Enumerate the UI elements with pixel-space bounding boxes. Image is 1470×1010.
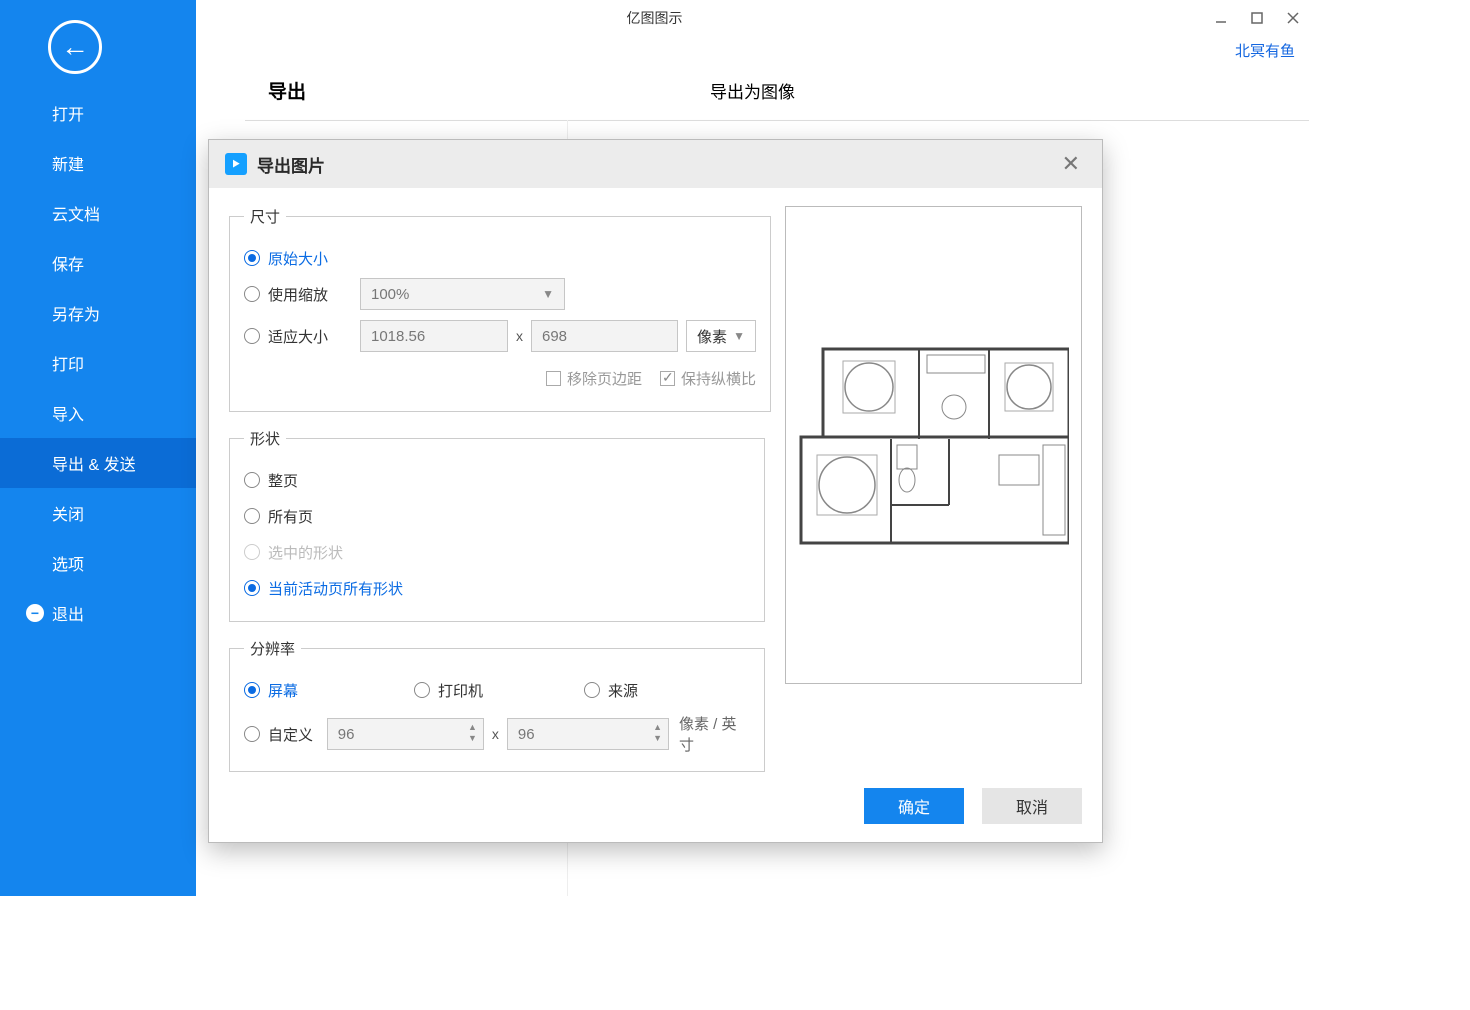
radio-all-pages-label[interactable]: 所有页	[268, 506, 313, 527]
radio-active-page-all-shapes[interactable]	[244, 580, 260, 596]
shape-legend: 形状	[244, 428, 286, 449]
dpi-y-value: 96	[518, 726, 535, 743]
spinner-icon[interactable]: ▲▼	[651, 722, 664, 744]
radio-all-pages[interactable]	[244, 508, 260, 524]
radio-screen-label[interactable]: 屏幕	[268, 680, 414, 701]
dpi-unit-label: 像素 / 英寸	[679, 713, 750, 755]
sidebar-item-label: 新建	[52, 151, 84, 175]
x-separator: x	[516, 328, 523, 344]
back-button[interactable]: ←	[48, 20, 102, 74]
user-link[interactable]: 北冥有鱼	[1235, 40, 1295, 61]
radio-printer-label[interactable]: 打印机	[438, 680, 584, 701]
radio-selected-shapes	[244, 544, 260, 560]
sidebar-item-label: 保存	[52, 251, 84, 275]
sidebar-item-saveas[interactable]: 另存为	[0, 288, 196, 338]
page-header: 导出 导出为图像	[196, 60, 1309, 120]
shape-group: 形状 整页 所有页 选中的形状 当前活动页所有形状	[229, 428, 765, 622]
zoom-select[interactable]: 100% ▼	[360, 278, 565, 310]
radio-whole-page-label[interactable]: 整页	[268, 470, 298, 491]
radio-original-size-label[interactable]: 原始大小	[268, 248, 328, 269]
radio-custom-dpi-label[interactable]: 自定义	[268, 724, 327, 745]
exit-icon: −	[26, 604, 44, 622]
app-title: 亿图图示	[627, 8, 683, 28]
sidebar-item-label: 导出 & 发送	[52, 451, 136, 475]
checkbox-remove-margin[interactable]	[546, 371, 561, 386]
resolution-group: 分辨率 屏幕 打印机 来源 自定义 96 ▲▼	[229, 638, 765, 772]
sidebar-item-cloud[interactable]: 云文档	[0, 188, 196, 238]
sidebar-item-new[interactable]: 新建	[0, 138, 196, 188]
radio-original-size[interactable]	[244, 250, 260, 266]
radio-printer[interactable]	[414, 682, 430, 698]
spinner-icon[interactable]: ▲▼	[466, 722, 479, 744]
sidebar-item-label: 选项	[52, 551, 84, 575]
ok-button[interactable]: 确定	[864, 788, 964, 824]
sidebar-item-label: 打开	[52, 101, 84, 125]
sidebar-item-save[interactable]: 保存	[0, 238, 196, 288]
sidebar-item-close[interactable]: 关闭	[0, 488, 196, 538]
radio-use-zoom-label[interactable]: 使用缩放	[268, 284, 360, 305]
x-separator: x	[492, 726, 499, 742]
dpi-x-field[interactable]: 96 ▲▼	[327, 718, 484, 750]
height-field[interactable]: 698	[531, 320, 678, 352]
sidebar-item-open[interactable]: 打开	[0, 88, 196, 138]
radio-source-label[interactable]: 来源	[608, 680, 638, 701]
sidebar-item-label: 云文档	[52, 201, 100, 225]
radio-screen[interactable]	[244, 682, 260, 698]
close-window-button[interactable]	[1285, 10, 1301, 26]
size-legend: 尺寸	[244, 206, 286, 227]
height-value: 698	[542, 328, 567, 345]
sidebar-item-label: 打印	[52, 351, 84, 375]
sidebar-item-exit[interactable]: − 退出	[0, 588, 196, 638]
dpi-y-field[interactable]: 96 ▲▼	[507, 718, 669, 750]
sidebar-item-label: 另存为	[52, 301, 100, 325]
unit-select[interactable]: 像素 ▼	[686, 320, 756, 352]
sidebar-item-options[interactable]: 选项	[0, 538, 196, 588]
radio-whole-page[interactable]	[244, 472, 260, 488]
checkbox-keep-aspect-label[interactable]: 保持纵横比	[681, 368, 756, 389]
sidebar-item-label: 导入	[52, 401, 84, 425]
app-logo-icon: ⯈	[225, 153, 247, 175]
sidebar-item-print[interactable]: 打印	[0, 338, 196, 388]
dpi-x-value: 96	[338, 726, 355, 743]
radio-use-zoom[interactable]	[244, 286, 260, 302]
width-field[interactable]: 1018.56	[360, 320, 508, 352]
sidebar-item-export-send[interactable]: 导出 & 发送	[0, 438, 196, 488]
minimize-button[interactable]	[1213, 10, 1229, 26]
radio-active-page-all-shapes-label[interactable]: 当前活动页所有形状	[268, 578, 403, 599]
radio-fit-size-label[interactable]: 适应大小	[268, 326, 360, 347]
radio-source[interactable]	[584, 682, 600, 698]
size-group: 尺寸 原始大小 使用缩放 100% ▼	[229, 206, 771, 412]
dialog-titlebar: ⯈ 导出图片 ✕	[209, 140, 1102, 188]
divider	[245, 120, 1309, 121]
radio-fit-size[interactable]	[244, 328, 260, 344]
resolution-legend: 分辨率	[244, 638, 301, 659]
titlebar: 亿图图示	[0, 0, 1309, 36]
chevron-down-icon: ▼	[542, 287, 554, 301]
sidebar-item-label: 关闭	[52, 501, 84, 525]
radio-custom-dpi[interactable]	[244, 726, 260, 742]
floorplan-preview-icon	[799, 345, 1069, 545]
dialog-title: 导出图片	[257, 152, 325, 177]
width-value: 1018.56	[371, 328, 425, 345]
sidebar-item-label: 退出	[52, 601, 84, 625]
back-arrow-icon: ←	[61, 33, 89, 61]
checkbox-remove-margin-label[interactable]: 移除页边距	[567, 368, 642, 389]
unit-value: 像素	[697, 326, 727, 347]
export-image-dialog: ⯈ 导出图片 ✕ 尺寸 原始大小 使用缩放 100%	[208, 139, 1103, 843]
sidebar-item-import[interactable]: 导入	[0, 388, 196, 438]
checkbox-keep-aspect[interactable]	[660, 371, 675, 386]
sidebar: ← 打开 新建 云文档 保存 另存为 打印 导入 导出 & 发送 关闭 选项 −…	[0, 0, 196, 896]
header-export-as-image: 导出为图像	[710, 78, 795, 103]
maximize-button[interactable]	[1249, 10, 1265, 26]
header-export: 导出	[268, 77, 306, 104]
chevron-down-icon: ▼	[733, 329, 745, 343]
close-dialog-button[interactable]: ✕	[1056, 151, 1086, 177]
radio-selected-shapes-label: 选中的形状	[268, 542, 343, 563]
cancel-button[interactable]: 取消	[982, 788, 1082, 824]
zoom-value: 100%	[371, 286, 409, 303]
preview-pane	[785, 206, 1082, 684]
